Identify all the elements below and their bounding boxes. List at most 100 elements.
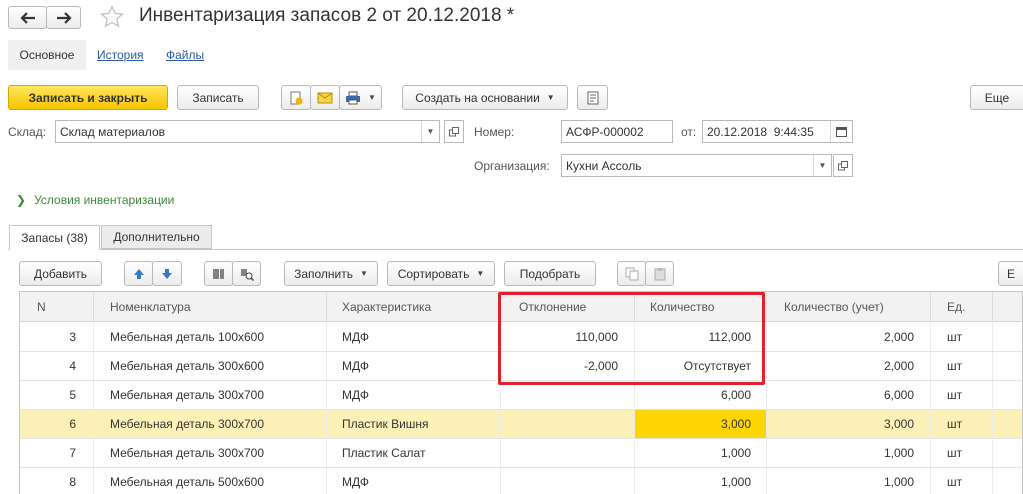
- cell-quantity-accounting[interactable]: 2,000: [767, 323, 931, 351]
- cell-unit[interactable]: шт: [931, 323, 993, 351]
- add-row-button[interactable]: Добавить: [19, 261, 102, 286]
- tab-additional[interactable]: Дополнительно: [101, 225, 212, 249]
- cell-quantity-accounting[interactable]: 2,000: [767, 352, 931, 380]
- email-button[interactable]: [310, 85, 340, 110]
- cell-quantity-accounting[interactable]: 1,000: [767, 439, 931, 467]
- table-row[interactable]: 5 Мебельная деталь 300х700 МДФ 6,000 6,000 шт: [20, 381, 1022, 410]
- cell-characteristic[interactable]: МДФ: [327, 468, 501, 494]
- cell-item[interactable]: Мебельная деталь 300х700: [94, 410, 327, 438]
- report-button[interactable]: [577, 85, 608, 110]
- pick-button[interactable]: Подобрать: [504, 261, 596, 286]
- cell-unit[interactable]: шт: [931, 439, 993, 467]
- tab-stocks[interactable]: Запасы (38): [9, 225, 100, 250]
- tab-files[interactable]: Файлы: [166, 48, 204, 62]
- star-icon: [100, 4, 124, 28]
- fill-button[interactable]: Заполнить ▼: [284, 261, 378, 286]
- cell-unit[interactable]: шт: [931, 410, 993, 438]
- move-up-button[interactable]: [124, 261, 153, 286]
- cell-n[interactable]: 5: [20, 381, 94, 409]
- warehouse-dropdown-icon[interactable]: ▼: [421, 121, 439, 142]
- cell-unit[interactable]: шт: [931, 352, 993, 380]
- cell-quantity-accounting[interactable]: 3,000: [767, 410, 931, 438]
- arrow-left-icon: [19, 11, 35, 24]
- cell-characteristic[interactable]: МДФ: [327, 352, 501, 380]
- copy-button[interactable]: [617, 261, 646, 286]
- cell-characteristic[interactable]: Пластик Салат: [327, 439, 501, 467]
- more-button[interactable]: Еще: [970, 85, 1023, 110]
- cell-quantity[interactable]: 1,000: [635, 468, 767, 494]
- date-label: от:: [681, 125, 697, 139]
- col-extra: [993, 292, 1022, 322]
- cell-deviation[interactable]: [501, 410, 635, 438]
- organization-open-button[interactable]: [833, 154, 853, 177]
- barcode-search-button[interactable]: [232, 261, 261, 286]
- warehouse-field[interactable]: Склад материалов ▼: [55, 120, 440, 143]
- cell-unit[interactable]: шт: [931, 468, 993, 494]
- chevron-down-icon: ▼: [476, 269, 485, 278]
- col-item[interactable]: Номенклатура: [94, 292, 327, 322]
- save-button[interactable]: Записать: [177, 85, 259, 110]
- cell-deviation[interactable]: [501, 439, 635, 467]
- cell-item[interactable]: Мебельная деталь 300х700: [94, 439, 327, 467]
- organization-dropdown-icon[interactable]: ▼: [813, 155, 831, 176]
- tab-history[interactable]: История: [97, 48, 144, 62]
- cell-item[interactable]: Мебельная деталь 100х600: [94, 323, 327, 351]
- tab-main[interactable]: Основное: [8, 40, 86, 70]
- cell-extra: [993, 410, 1022, 438]
- move-down-button[interactable]: [152, 261, 182, 286]
- save-and-close-button[interactable]: Записать и закрыть: [8, 85, 168, 110]
- cell-n[interactable]: 4: [20, 352, 94, 380]
- back-button[interactable]: [8, 6, 47, 29]
- cell-deviation[interactable]: [501, 381, 635, 409]
- print-button[interactable]: ▼: [339, 85, 382, 110]
- cell-characteristic[interactable]: Пластик Вишня: [327, 410, 501, 438]
- cell-n[interactable]: 8: [20, 468, 94, 494]
- paste-button[interactable]: [645, 261, 674, 286]
- barcode-button[interactable]: [204, 261, 233, 286]
- table-row[interactable]: 6 Мебельная деталь 300х700 Пластик Вишня 3,…: [20, 410, 1022, 439]
- cell-quantity-accounting[interactable]: 6,000: [767, 381, 931, 409]
- cell-unit[interactable]: шт: [931, 381, 993, 409]
- col-n[interactable]: N: [20, 292, 94, 322]
- cell-item[interactable]: Мебельная деталь 500х600: [94, 468, 327, 494]
- cell-n[interactable]: 7: [20, 439, 94, 467]
- table-more-button[interactable]: Е: [998, 261, 1023, 286]
- arrow-up-icon: [133, 268, 144, 279]
- cell-characteristic[interactable]: МДФ: [327, 323, 501, 351]
- col-characteristic[interactable]: Характеристика: [327, 292, 501, 322]
- cell-n[interactable]: 3: [20, 323, 94, 351]
- cell-deviation[interactable]: [501, 468, 635, 494]
- table-row[interactable]: 8 Мебельная деталь 500х600 МДФ 1,000 1,000 шт: [20, 468, 1022, 494]
- page-title: Инвентаризация запасов 2 от 20.12.2018 *: [139, 5, 515, 26]
- favorite-star-button[interactable]: [99, 4, 125, 30]
- forward-button[interactable]: [46, 6, 81, 29]
- open-icon: [449, 126, 459, 136]
- cell-quantity[interactable]: 3,000: [635, 410, 767, 438]
- cell-quantity-accounting[interactable]: 1,000: [767, 468, 931, 494]
- warehouse-label: Склад:: [8, 125, 47, 139]
- date-field[interactable]: 20.12.2018 9:44:35: [702, 120, 853, 143]
- pick-label: Подобрать: [519, 266, 581, 281]
- cell-quantity[interactable]: 1,000: [635, 439, 767, 467]
- tab-main-label: Основное: [19, 48, 75, 62]
- cell-item[interactable]: Мебельная деталь 300х600: [94, 352, 327, 380]
- col-quantity-accounting[interactable]: Количество (учет): [767, 292, 931, 322]
- cell-item[interactable]: Мебельная деталь 300х700: [94, 381, 327, 409]
- printer-icon: [346, 91, 361, 104]
- warehouse-open-button[interactable]: [444, 120, 464, 143]
- organization-field[interactable]: Кухни Ассоль ▼: [561, 154, 832, 177]
- arrow-down-icon: [162, 268, 172, 279]
- create-based-on-button[interactable]: Создать на основании ▼: [402, 85, 568, 110]
- cell-quantity[interactable]: 6,000: [635, 381, 767, 409]
- arrow-right-icon: [56, 11, 72, 24]
- calendar-icon[interactable]: [830, 121, 852, 142]
- sort-button[interactable]: Сортировать ▼: [387, 261, 495, 286]
- new-document-button[interactable]: [281, 85, 311, 110]
- cell-n[interactable]: 6: [20, 410, 94, 438]
- number-field[interactable]: АСФР-000002: [561, 120, 673, 143]
- table-row[interactable]: 7 Мебельная деталь 300х700 Пластик Салат 1,…: [20, 439, 1022, 468]
- conditions-group-toggle[interactable]: ❯ Условия инвентаризации: [16, 193, 174, 207]
- table-more-label: Е: [1006, 266, 1015, 281]
- col-unit[interactable]: Ед.: [931, 292, 993, 322]
- cell-characteristic[interactable]: МДФ: [327, 381, 501, 409]
